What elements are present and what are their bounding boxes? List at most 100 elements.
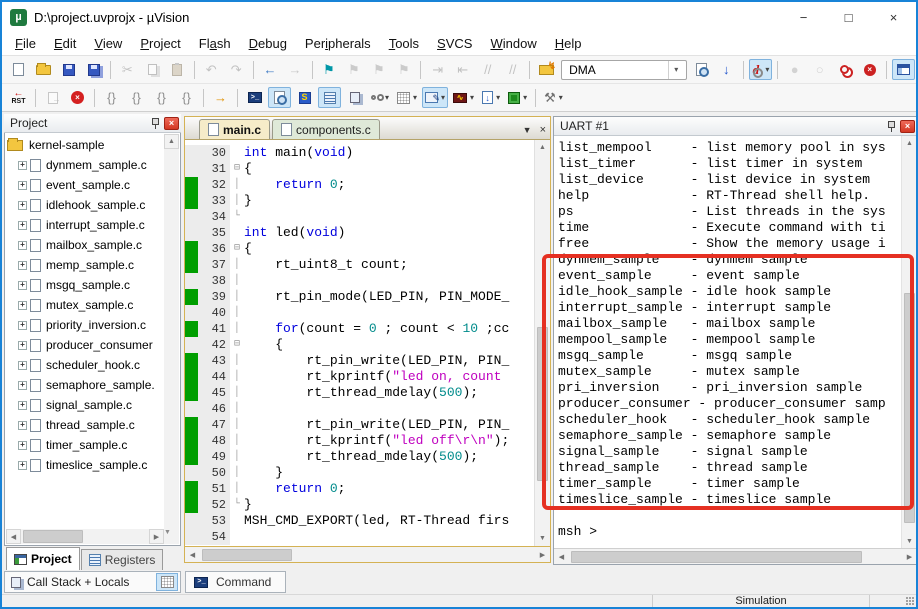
expand-icon[interactable]: + — [18, 240, 27, 250]
expand-icon[interactable]: + — [18, 280, 27, 290]
scroll-right-icon[interactable]: ▶ — [149, 529, 164, 544]
menu-file[interactable]: File — [6, 33, 45, 54]
chevron-down-icon[interactable]: ▾ — [496, 93, 500, 102]
tab-components-c[interactable]: components.c — [272, 119, 380, 139]
paste-button[interactable] — [166, 59, 189, 80]
tree-item[interactable]: + thread_sample.c — [7, 415, 164, 435]
chevron-down-icon[interactable]: ▾ — [559, 93, 563, 102]
pin-icon[interactable] — [887, 120, 896, 132]
load-application-button[interactable] — [535, 59, 558, 80]
menu-tools[interactable]: Tools — [380, 33, 428, 54]
expand-icon[interactable]: + — [18, 440, 27, 450]
expand-icon[interactable]: + — [18, 300, 27, 310]
disassembly-window-button[interactable] — [268, 87, 291, 108]
expand-icon[interactable]: + — [18, 340, 27, 350]
scroll-thumb[interactable] — [571, 550, 862, 563]
chevron-down-icon[interactable]: ▾ — [385, 93, 389, 102]
tree-item[interactable]: + mailbox_sample.c — [7, 235, 164, 255]
stop-button[interactable] — [66, 87, 89, 108]
menu-flash[interactable]: Flash — [190, 33, 240, 54]
scroll-down-icon[interactable]: ▼ — [535, 531, 550, 546]
tree-item[interactable]: + memp_sample.c — [7, 255, 164, 275]
tree-item[interactable]: + dynmem_sample.c — [7, 155, 164, 175]
prev-bookmark-button[interactable]: ⚑ — [342, 59, 365, 80]
scroll-right-icon[interactable]: ▶ — [902, 549, 916, 564]
scroll-thumb[interactable] — [537, 326, 548, 482]
close-panel-button[interactable]: × — [164, 116, 179, 130]
scroll-down-icon[interactable]: ▼ — [164, 529, 179, 544]
analysis-window-button[interactable]: ▾ — [450, 87, 477, 108]
memory-window-button[interactable]: ▾ — [394, 87, 420, 108]
registers-window-button[interactable] — [318, 87, 341, 108]
expand-icon[interactable]: + — [18, 260, 27, 270]
expand-icon[interactable]: + — [18, 200, 27, 210]
call-stack-window-button[interactable] — [343, 87, 366, 108]
scroll-up-icon[interactable]: ▲ — [164, 134, 179, 149]
uart-terminal[interactable]: list_mempool - list memory pool in sys li… — [558, 140, 900, 548]
menu-project[interactable]: Project — [131, 33, 189, 54]
expand-icon[interactable]: + — [18, 400, 27, 410]
editor-vscrollbar[interactable]: ▲ ▼ — [534, 140, 550, 546]
chevron-down-icon[interactable]: ▾ — [765, 65, 769, 74]
menu-help[interactable]: Help — [546, 33, 591, 54]
trace-window-button[interactable]: ▾ — [479, 87, 503, 108]
close-editor-button[interactable]: × — [540, 124, 546, 136]
menu-svcs[interactable]: SVCS — [428, 33, 481, 54]
tree-item[interactable]: + interrupt_sample.c — [7, 215, 164, 235]
uart-vscrollbar[interactable]: ▲ ▼ — [901, 136, 916, 548]
command-window-button[interactable] — [243, 87, 266, 108]
call-stack-bar[interactable]: Call Stack + Locals — [4, 571, 181, 593]
show-next-statement-button[interactable]: → — [209, 87, 232, 108]
start-stop-debug-button[interactable]: ▾ — [748, 59, 773, 80]
tab-project[interactable]: Project — [6, 547, 80, 570]
scroll-right-icon[interactable]: ▶ — [535, 547, 550, 562]
fold-marker[interactable]: ⊟ — [230, 161, 244, 177]
run-to-cursor-button[interactable]: {} — [175, 87, 198, 108]
cut-button[interactable]: ✂ — [116, 59, 139, 80]
tab-list-button[interactable]: ▼ — [523, 125, 532, 135]
scroll-left-icon[interactable]: ◀ — [6, 529, 21, 544]
minimize-button[interactable]: − — [781, 2, 826, 32]
navigate-back-button[interactable]: ← — [259, 59, 282, 80]
chevron-down-icon[interactable]: ▾ — [470, 93, 474, 102]
expand-icon[interactable]: + — [18, 320, 27, 330]
symbol-window-button[interactable] — [293, 87, 316, 108]
tab-command[interactable]: Command — [185, 571, 287, 593]
close-panel-button[interactable]: × — [900, 119, 915, 133]
scroll-thumb[interactable] — [904, 292, 915, 524]
chevron-down-icon[interactable]: ▾ — [413, 93, 417, 102]
tree-item[interactable]: + scheduler_hook.c — [7, 355, 164, 375]
save-button[interactable] — [57, 59, 80, 80]
scroll-down-icon[interactable]: ▼ — [902, 534, 916, 548]
system-viewer-button[interactable]: ▾ — [505, 87, 530, 108]
resize-grip[interactable] — [870, 595, 916, 607]
comment-button[interactable]: // — [476, 59, 499, 80]
chevron-down-icon[interactable]: ▾ — [523, 93, 527, 102]
tree-item[interactable]: + semaphore_sample. — [7, 375, 164, 395]
menu-edit[interactable]: Edit — [45, 33, 85, 54]
download-button[interactable]: ↓ — [715, 59, 738, 80]
project-window-button[interactable] — [892, 59, 916, 80]
scroll-left-icon[interactable]: ◀ — [185, 547, 200, 562]
pin-icon[interactable] — [151, 117, 160, 129]
copy-button[interactable] — [141, 59, 164, 80]
scroll-thumb[interactable] — [202, 548, 292, 561]
step-in-button[interactable]: {} — [100, 87, 123, 108]
menu-debug[interactable]: Debug — [240, 33, 296, 54]
step-over-button[interactable]: {} — [125, 87, 148, 108]
tab-registers[interactable]: Registers — [80, 549, 164, 570]
tree-item[interactable]: + msgq_sample.c — [7, 275, 164, 295]
save-all-button[interactable] — [82, 59, 105, 80]
tree-item[interactable]: + priority_inversion.c — [7, 315, 164, 335]
expand-icon[interactable]: + — [18, 160, 27, 170]
redo-button[interactable]: ↷ — [225, 59, 248, 80]
tree-root[interactable]: kernel-sample — [7, 135, 164, 155]
menu-peripherals[interactable]: Peripherals — [296, 33, 380, 54]
scroll-thumb[interactable] — [23, 530, 83, 543]
new-file-button[interactable] — [7, 59, 30, 80]
expand-icon[interactable]: + — [18, 180, 27, 190]
step-out-button[interactable]: {} — [150, 87, 173, 108]
tree-item[interactable]: + idlehook_sample.c — [7, 195, 164, 215]
disable-all-breakpoints-button[interactable] — [833, 59, 856, 80]
tree-item[interactable]: + event_sample.c — [7, 175, 164, 195]
